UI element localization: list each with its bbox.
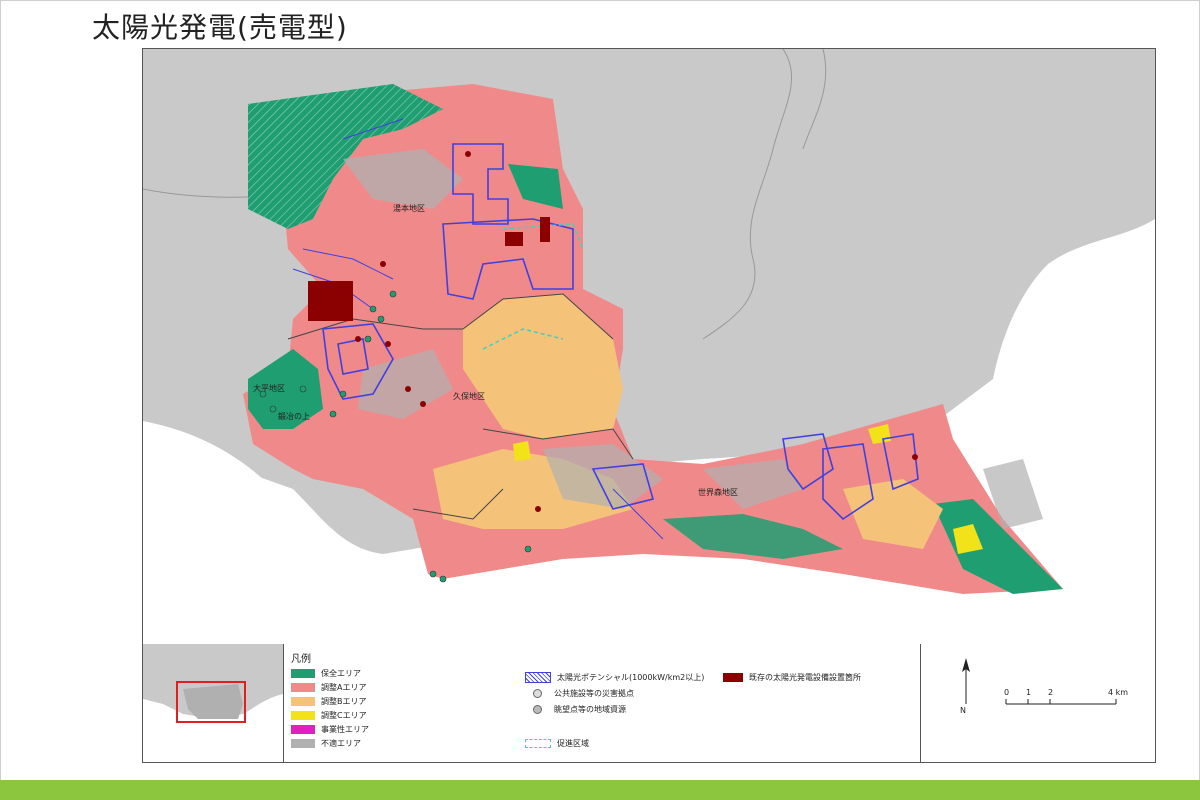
legend-item-conservation: 保全エリア bbox=[291, 668, 361, 679]
adjust-c-3 bbox=[513, 441, 531, 461]
legend-label: 事業性エリア bbox=[321, 725, 369, 734]
footer-green-bar bbox=[0, 780, 1200, 800]
scale-tick-4km: 4 km bbox=[1108, 688, 1129, 697]
legend-item-existing: 既存の太陽光発電設備設置箇所 bbox=[723, 672, 861, 683]
legend-label: 公共施設等の災害拠点 bbox=[554, 689, 634, 698]
legend-swatch bbox=[723, 673, 743, 682]
map-canvas: 湯本地区 久保地区 世界森地区 大平地区 鍛冶の上 bbox=[143, 49, 1155, 645]
existing-solar-1 bbox=[308, 281, 353, 321]
public-facility-icon bbox=[533, 689, 542, 698]
district-label-ohira: 大平地区 bbox=[253, 383, 285, 393]
legend-swatch bbox=[291, 697, 315, 706]
legend-item-public: 公共施設等の災害拠点 bbox=[525, 688, 634, 699]
north-label: N bbox=[960, 706, 966, 715]
district-label-yumoto: 湯本地区 bbox=[393, 203, 425, 213]
legend-label: 既存の太陽光発電設備設置箇所 bbox=[749, 673, 861, 682]
legend-label: 調整Bエリア bbox=[321, 697, 367, 706]
scale-bar bbox=[1005, 699, 1117, 705]
map-frame: 湯本地区 久保地区 世界森地区 大平地区 鍛冶の上 bbox=[142, 48, 1156, 646]
inset-map bbox=[143, 644, 284, 762]
legend-item-promotion: 促進区域 bbox=[525, 738, 589, 749]
legend-swatch bbox=[525, 739, 551, 748]
district-label-kubo: 久保地区 bbox=[453, 391, 485, 401]
legend-swatch bbox=[291, 725, 315, 734]
legend-label: 調整Aエリア bbox=[321, 683, 367, 692]
legend-swatch bbox=[525, 672, 551, 683]
district-label-kajinoue: 鍛冶の上 bbox=[278, 411, 310, 421]
legend-swatch bbox=[291, 669, 315, 678]
existing-solar-2 bbox=[505, 232, 523, 246]
legend-item-adjust-b: 調整Bエリア bbox=[291, 696, 367, 707]
scale-tick-1: 1 bbox=[1026, 688, 1032, 697]
legend-label: 保全エリア bbox=[321, 669, 361, 678]
legend-swatch bbox=[291, 739, 315, 748]
legend-item-adjust-c: 調整Cエリア bbox=[291, 710, 367, 721]
legend-label: 不適エリア bbox=[321, 739, 361, 748]
legend-label: 調整Cエリア bbox=[321, 711, 367, 720]
legend-item-business: 事業性エリア bbox=[291, 724, 369, 735]
slide-title: 太陽光発電(売電型) bbox=[92, 11, 348, 44]
legend-frame: 凡例 保全エリア 調整Aエリア 調整Bエリア 調整Cエリア 事業性エリア 不適エ… bbox=[142, 644, 1156, 763]
legend-label: 太陽光ポテンシャル(1000kW/km2以上) bbox=[557, 673, 705, 682]
legend: 凡例 保全エリア 調整Aエリア 調整Bエリア 調整Cエリア 事業性エリア 不適エ… bbox=[283, 644, 921, 762]
legend-swatch bbox=[291, 683, 315, 692]
scale-bar-box: N 0 1 2 4 km bbox=[920, 644, 1155, 762]
existing-solar-3 bbox=[540, 217, 550, 242]
legend-item-potential: 太陽光ポテンシャル(1000kW/km2以上) bbox=[525, 672, 704, 683]
legend-item-adjust-a: 調整Aエリア bbox=[291, 682, 366, 693]
scale-tick-0: 0 bbox=[1004, 688, 1010, 697]
legend-title: 凡例 bbox=[291, 654, 311, 665]
legend-item-scenery: 眺望点等の地域資源 bbox=[525, 704, 626, 715]
district-label-sekaimori: 世界森地区 bbox=[698, 487, 738, 497]
legend-label: 眺望点等の地域資源 bbox=[554, 705, 626, 714]
legend-item-unsuitable: 不適エリア bbox=[291, 738, 361, 749]
legend-swatch bbox=[291, 711, 315, 720]
scale-tick-2: 2 bbox=[1048, 688, 1054, 697]
legend-label: 促進区域 bbox=[557, 739, 589, 748]
north-arrow-icon bbox=[962, 658, 970, 704]
scenery-point-icon bbox=[533, 705, 542, 714]
